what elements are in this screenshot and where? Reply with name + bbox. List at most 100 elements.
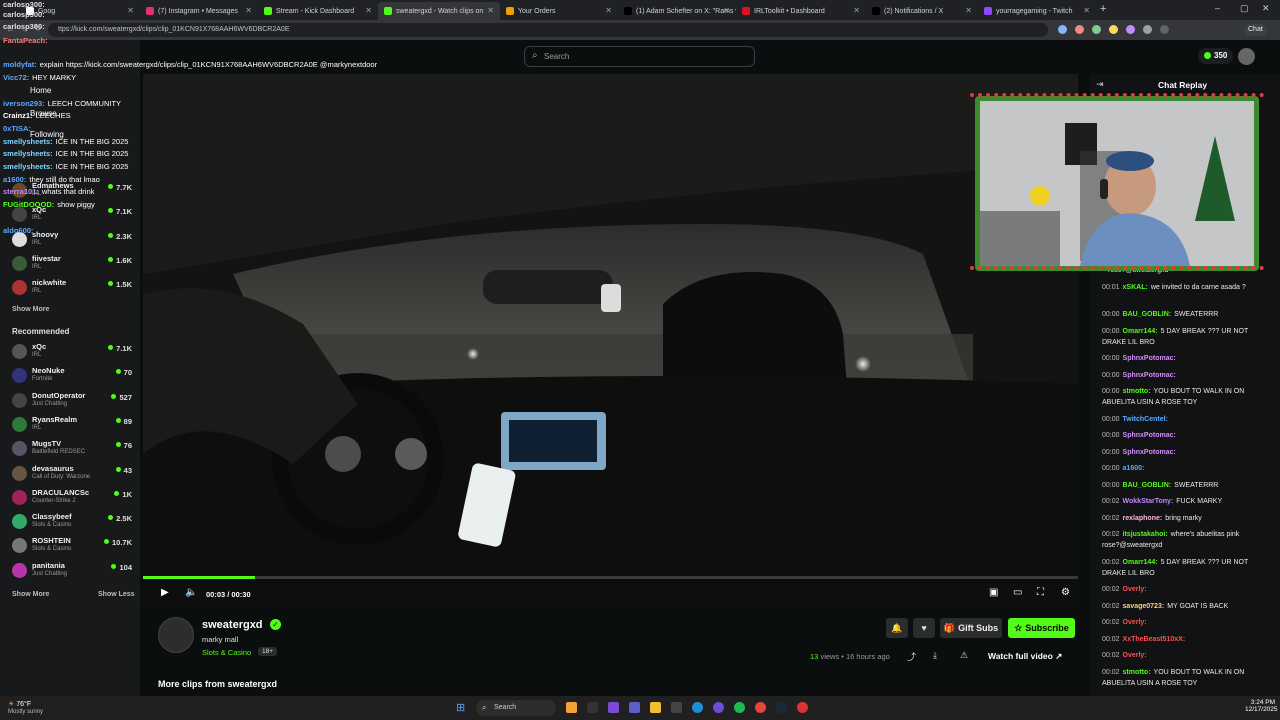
collapse-chat-icon[interactable]: ⇥: [1096, 79, 1104, 90]
sidebar-channel[interactable]: fiivestar IRL 1.6K: [8, 253, 136, 275]
follow-heart-button[interactable]: ♥: [913, 618, 935, 638]
chat-username[interactable]: Overly:: [1123, 586, 1147, 593]
watch-full-video-link[interactable]: Watch full video ↗: [988, 651, 1062, 662]
close-window-button[interactable]: ✕: [1262, 3, 1270, 14]
app-icon[interactable]: [608, 702, 619, 713]
sidebar-channel[interactable]: RyansRealm IRL 89: [8, 414, 136, 436]
chat-username[interactable]: BAU_GOBLIN:: [1123, 482, 1172, 489]
user-avatar[interactable]: [1238, 48, 1255, 65]
extension-icon[interactable]: [1075, 25, 1084, 34]
show-more-recommended-button[interactable]: Show More: [12, 591, 49, 598]
file-explorer-icon[interactable]: [650, 702, 661, 713]
chat-username[interactable]: BAU_GOBLIN:: [1123, 311, 1172, 318]
browser-tab[interactable]: sweatergxd - Watch clips on ✕: [378, 2, 500, 20]
chat-username[interactable]: savage0723:: [1123, 603, 1165, 610]
show-less-button[interactable]: Show Less: [98, 591, 135, 598]
chat-username[interactable]: Overly:: [1123, 652, 1147, 659]
chat-button[interactable]: Chat: [1244, 24, 1267, 36]
sidebar-channel[interactable]: panitania Just Chatting 104: [8, 560, 136, 582]
extension-icon[interactable]: [1109, 25, 1118, 34]
chat-username[interactable]: SphnxPotomac:: [1123, 372, 1176, 379]
taskbar-search[interactable]: ⌕ Search: [476, 700, 556, 716]
browser-tab[interactable]: Stream - Kick Dashboard ✕: [258, 2, 378, 20]
extension-icon[interactable]: [1143, 25, 1152, 34]
app-icon[interactable]: [587, 702, 598, 713]
points-counter[interactable]: 350: [1198, 48, 1234, 64]
close-tab-icon[interactable]: ✕: [1083, 6, 1090, 15]
app-icon[interactable]: [671, 702, 682, 713]
weather-widget[interactable]: ☀ 76°F Mostly sunny: [8, 700, 43, 715]
chat-username[interactable]: a1600:: [1123, 465, 1145, 472]
browser-tab[interactable]: IRLToolkit • Dashboard ✕: [736, 2, 866, 20]
chat-username[interactable]: stmotto:: [1123, 669, 1151, 676]
show-more-button[interactable]: Show More: [12, 306, 49, 313]
report-icon[interactable]: ⚠: [960, 650, 968, 661]
download-icon[interactable]: ⤓: [933, 650, 937, 661]
chat-username[interactable]: xSKAL:: [1123, 284, 1148, 291]
chat-username[interactable]: itsjustakahoi:: [1123, 531, 1168, 538]
chat-username[interactable]: Overly:: [1123, 619, 1147, 626]
maximize-button[interactable]: ▢: [1240, 3, 1249, 14]
sidebar-channel[interactable]: NeoNuke Fortnite 70: [8, 365, 136, 387]
browser-tab[interactable]: (7) Instagram • Messages ✕: [140, 2, 258, 20]
chat-username[interactable]: Omarr144:: [1123, 328, 1158, 335]
sidebar-channel[interactable]: DRACULANCSc Counter-Strike 2 1K: [8, 487, 136, 509]
chat-username[interactable]: WokkStarTony:: [1123, 498, 1174, 505]
chat-username[interactable]: rexlaphone:: [1123, 515, 1163, 522]
extension-icon[interactable]: [1058, 25, 1067, 34]
chat-username[interactable]: TwitchCentel:: [1123, 416, 1168, 423]
browser-tab[interactable]: (2) Notifications / X ✕: [866, 2, 978, 20]
minimize-button[interactable]: –: [1215, 3, 1220, 13]
sidebar-channel[interactable]: MugsTV Battlefield REDSEC 76: [8, 438, 136, 460]
gift-subs-button[interactable]: 🎁 Gift Subs: [940, 618, 1002, 638]
fullscreen-icon[interactable]: ⛶: [1037, 587, 1044, 598]
sidebar-channel[interactable]: devasaurus Call of Duty: Warzone 43: [8, 463, 136, 485]
spotify-icon[interactable]: [734, 702, 745, 713]
address-bar[interactable]: ttps://kick.com/sweatergxd/clips/clip_01…: [48, 23, 1048, 37]
close-tab-icon[interactable]: ✕: [487, 6, 494, 15]
notification-bell-button[interactable]: 🔔: [886, 618, 908, 638]
chat-username[interactable]: XxTheBeast510xX:: [1123, 636, 1186, 643]
profile-icon[interactable]: [1160, 25, 1169, 34]
miniplayer-icon[interactable]: ▣: [989, 587, 998, 598]
sidebar-channel[interactable]: ROSHTEIN Slots & Casino 10.7K: [8, 535, 136, 557]
close-tab-icon[interactable]: ✕: [723, 6, 730, 15]
close-tab-icon[interactable]: ✕: [605, 6, 612, 15]
new-tab-button[interactable]: +: [1100, 3, 1106, 15]
app-icon[interactable]: [797, 702, 808, 713]
app-icon[interactable]: [629, 702, 640, 713]
sidebar-channel[interactable]: Classybeef Slots & Casino 2.5K: [8, 511, 136, 533]
browser-tab[interactable]: (1) Adam Schefter on X: "Rams wi ✕: [618, 2, 736, 20]
edge-icon[interactable]: [692, 702, 703, 713]
channel-avatar[interactable]: [158, 617, 194, 653]
share-icon[interactable]: ⤴: [907, 650, 916, 663]
sidebar-channel[interactable]: DonutOperator Just Chatting 527: [8, 390, 136, 412]
following-nav-item[interactable]: Following: [30, 130, 64, 139]
chat-username[interactable]: SphnxPotomac:: [1123, 432, 1176, 439]
category-link[interactable]: Slots & Casino: [202, 648, 251, 657]
chat-username[interactable]: SphnxPotomac:: [1123, 449, 1176, 456]
close-tab-icon[interactable]: ✕: [127, 6, 134, 15]
chat-username[interactable]: SphnxPotomac:: [1123, 355, 1176, 362]
home-nav-item[interactable]: Home: [30, 86, 51, 95]
channel-name[interactable]: sweatergxd: [202, 619, 263, 631]
chat-username[interactable]: Omarr144:: [1123, 559, 1158, 566]
sidebar-channel[interactable]: nickwhite IRL 1.5K: [8, 277, 136, 299]
subscribe-button[interactable]: ☆ Subscribe: [1008, 618, 1075, 638]
clock[interactable]: 3:24 PM 12/17/2025: [1245, 699, 1278, 713]
close-tab-icon[interactable]: ✕: [245, 6, 252, 15]
close-tab-icon[interactable]: ✕: [853, 6, 860, 15]
steam-icon[interactable]: [776, 702, 787, 713]
chat-username[interactable]: stmotto:: [1123, 388, 1151, 395]
close-tab-icon[interactable]: ✕: [365, 6, 372, 15]
extension-icon[interactable]: [1092, 25, 1101, 34]
close-tab-icon[interactable]: ✕: [965, 6, 972, 15]
settings-gear-icon[interactable]: ⚙: [1061, 587, 1070, 598]
browse-nav-item[interactable]: Browse: [30, 109, 57, 118]
search-box[interactable]: ⌕ Search: [524, 46, 755, 67]
browser-tab[interactable]: yourragegaming - Twitch ✕: [978, 2, 1096, 20]
app-icon[interactable]: [566, 702, 577, 713]
theater-mode-icon[interactable]: ▭: [1013, 587, 1022, 598]
progress-track[interactable]: [143, 576, 1078, 579]
chrome-icon[interactable]: [755, 702, 766, 713]
